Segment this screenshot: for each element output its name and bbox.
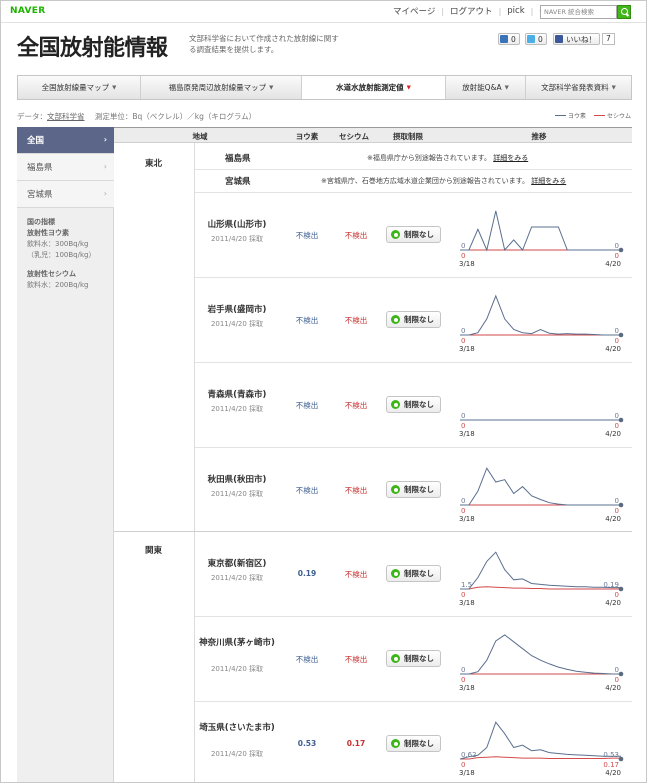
latest-point xyxy=(618,756,624,762)
iodine-start-label: 0.62 xyxy=(461,751,477,759)
x-start-label: 3/18 xyxy=(459,769,475,777)
x-end-label: 4/20 xyxy=(605,769,621,777)
cesium-series-line xyxy=(460,756,621,760)
trend-chart: 0.62 0.53 0 0.17 3/18 4/20 xyxy=(459,721,624,777)
iodine-series-line xyxy=(459,721,621,760)
cesium-start-label: 0 xyxy=(461,761,465,769)
cesium-end-label: 0.17 xyxy=(603,761,619,769)
page: NAVER マイページ | ログアウト | pick | cafe NAVER … xyxy=(0,0,647,783)
iodine-end-label: 0.53 xyxy=(603,751,619,759)
